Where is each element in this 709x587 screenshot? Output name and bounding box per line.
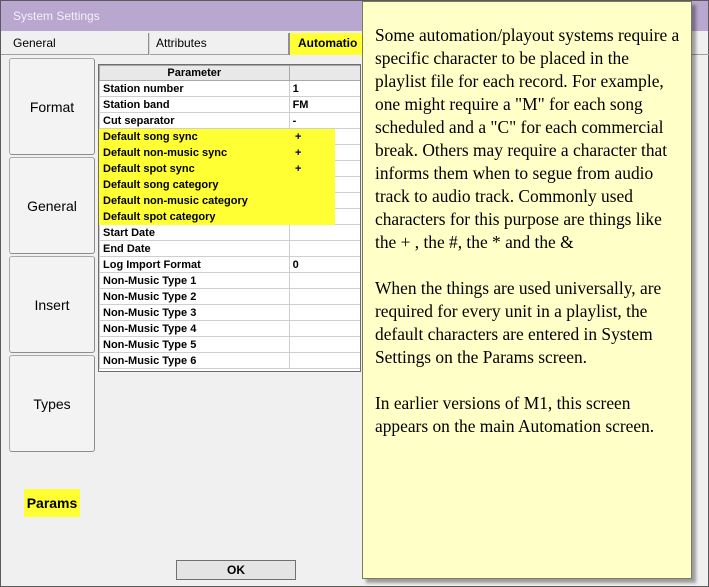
parameter-value-cell[interactable] <box>288 224 360 241</box>
parameter-value-cell[interactable]: 0 <box>288 256 360 273</box>
highlighted-parameter-name: Default spot sync <box>103 163 195 175</box>
tab-attributes[interactable]: Attributes <box>149 33 289 55</box>
table-row[interactable]: Non-Music Type 1 <box>99 272 360 289</box>
parameter-value-cell[interactable] <box>288 288 360 305</box>
callout-paragraph: Some automation/playout systems require … <box>375 25 680 252</box>
table-row[interactable]: Start Date <box>99 224 360 241</box>
sidebar: Format General Insert Types Params <box>9 58 95 551</box>
parameter-name-cell: Non-Music Type 6 <box>99 352 290 369</box>
table-row[interactable]: Non-Music Type 4 <box>99 320 360 337</box>
system-settings-window: System Settings General Attributes Autom… <box>0 0 709 587</box>
highlighted-parameter-name: Default non-music category <box>103 195 248 207</box>
parameter-name-cell: Non-Music Type 1 <box>99 272 290 289</box>
parameter-name-cell: Station number <box>99 80 290 97</box>
highlighted-parameter-value: + <box>295 147 302 159</box>
table-row[interactable]: Non-Music Type 6 <box>99 352 360 369</box>
parameter-name-cell: Non-Music Type 5 <box>99 336 290 353</box>
parameter-name-cell: Non-Music Type 4 <box>99 320 290 337</box>
table-row[interactable]: Cut separator - <box>99 112 360 129</box>
table-row[interactable]: Station number 1 <box>99 80 360 97</box>
sidebar-item-insert[interactable]: Insert <box>9 256 95 353</box>
callout-paragraph: In earlier versions of M1, this screen a… <box>375 393 655 436</box>
sidebar-item-params[interactable]: Params <box>9 454 95 551</box>
highlighted-parameter-name: Default song sync <box>103 131 198 143</box>
sidebar-item-label: General <box>27 197 77 214</box>
parameter-name-cell: End Date <box>99 240 290 257</box>
table-row[interactable]: Log Import Format 0 <box>99 256 360 273</box>
table-row[interactable]: Station band FM <box>99 96 360 113</box>
highlighted-parameter-value: + <box>295 131 302 143</box>
help-callout: Some automation/playout systems require … <box>362 1 692 579</box>
highlighted-parameter-name: Default song category <box>103 179 219 191</box>
parameter-value-cell[interactable] <box>288 352 360 369</box>
highlighted-parameter-name: Default non-music sync <box>103 147 228 159</box>
parameter-value-cell[interactable]: 1 <box>288 80 360 97</box>
column-header-value[interactable] <box>288 65 360 81</box>
parameter-name-cell: Station band <box>99 96 290 113</box>
table-row[interactable]: Non-Music Type 5 <box>99 336 360 353</box>
parameter-value-cell[interactable]: - <box>288 112 360 129</box>
highlighted-parameter-value: + <box>295 163 302 175</box>
sidebar-item-label: Types <box>33 395 71 412</box>
table-row[interactable]: End Date <box>99 240 360 257</box>
parameter-name-cell: Cut separator <box>99 112 290 129</box>
parameter-value-cell[interactable] <box>288 272 360 289</box>
sidebar-item-format[interactable]: Format <box>9 58 95 155</box>
sidebar-item-types[interactable]: Types <box>9 355 95 452</box>
parameter-value-cell[interactable] <box>288 304 360 321</box>
parameter-name-cell: Start Date <box>99 224 290 241</box>
callout-paragraph: When the things are used universally, ar… <box>375 278 662 367</box>
parameter-name-cell: Non-Music Type 3 <box>99 304 290 321</box>
table-row[interactable]: Non-Music Type 3 <box>99 304 360 321</box>
parameter-name-cell: Non-Music Type 2 <box>99 288 290 305</box>
parameter-name-cell: Log Import Format <box>99 256 290 273</box>
sidebar-item-general[interactable]: General <box>9 157 95 254</box>
sidebar-item-label: Insert <box>34 296 70 313</box>
table-row[interactable]: Non-Music Type 2 <box>99 288 360 305</box>
parameter-grid: Parameter Station number 1 Station band FM C… <box>98 64 361 372</box>
tab-general[interactable]: General <box>9 33 149 55</box>
parameter-value-cell[interactable] <box>288 336 360 353</box>
sidebar-item-label: Format <box>29 98 75 115</box>
parameter-value-cell[interactable] <box>288 240 360 257</box>
highlighted-parameter-name: Default spot category <box>103 211 216 223</box>
ok-button[interactable]: OK <box>176 560 296 580</box>
column-header-parameter[interactable]: Parameter <box>99 65 290 81</box>
parameter-value-cell[interactable] <box>288 320 360 337</box>
sidebar-item-label: Params <box>23 488 81 517</box>
parameter-value-cell[interactable]: FM <box>288 96 360 113</box>
